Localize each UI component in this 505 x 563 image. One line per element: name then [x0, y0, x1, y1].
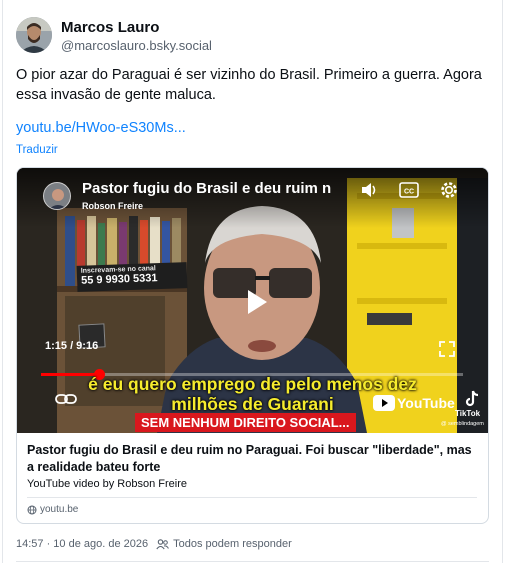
youtube-logo[interactable]: YouTube: [373, 395, 455, 411]
svg-text:CC: CC: [404, 189, 414, 196]
youtube-label: YouTube: [397, 395, 455, 411]
card-title[interactable]: Pastor fugiu do Brasil e deu ruim no Par…: [27, 442, 475, 476]
settings-gear-icon[interactable]: [438, 179, 460, 201]
tiktok-handle: @ semblindagem: [441, 421, 484, 427]
post-link[interactable]: youtu.be/HWoo-eS30Ms...: [16, 120, 186, 136]
card-divider: [27, 497, 477, 498]
tiktok-label: TikTok: [455, 409, 481, 418]
post-meta: 14:57 · 10 de ago. de 2026 Todos podem r…: [16, 538, 292, 550]
banner-text: SEM NENHUM DIREITO SOCIAL...: [135, 413, 356, 432]
video-player[interactable]: Inscrevam-se no canal 55 9 9930 5331 Pas…: [17, 168, 488, 433]
tiktok-icon: [465, 390, 478, 407]
caption-line-1: é eu quero emprego de pelo menos dez: [88, 374, 417, 394]
link-embed-card[interactable]: Inscrevam-se no canal 55 9 9930 5331 Pas…: [16, 167, 489, 524]
link-icon[interactable]: [55, 392, 77, 406]
avatar[interactable]: [16, 17, 52, 53]
channel-avatar[interactable]: [43, 182, 71, 210]
play-icon[interactable]: [235, 282, 275, 322]
author-display-name[interactable]: Marcos Lauro: [61, 19, 159, 36]
bg-sign-line2: 55 9 9930 5331: [80, 272, 158, 287]
fullscreen-icon[interactable]: [438, 340, 456, 358]
globe-icon: [27, 505, 37, 514]
youtube-play-icon: [373, 395, 395, 411]
post-timestamp[interactable]: 14:57 · 10 de ago. de 2026: [16, 538, 148, 550]
card-domain[interactable]: youtu.be: [27, 504, 78, 515]
reply-settings-icon: [156, 539, 169, 550]
translate-button[interactable]: Traduzir: [16, 144, 58, 156]
post-text: O pior azar do Paraguai é ser vizinho do…: [16, 67, 482, 103]
video-channel[interactable]: Robson Freire: [82, 201, 143, 211]
video-time: 1:15 / 9:16: [45, 340, 99, 352]
volume-icon[interactable]: [359, 180, 379, 200]
avatar-photo: [16, 17, 52, 53]
author-handle[interactable]: @marcoslauro.bsky.social: [61, 38, 212, 53]
card-domain-label: youtu.be: [40, 504, 79, 515]
captions-icon[interactable]: CC: [398, 180, 420, 200]
video-title[interactable]: Pastor fugiu do Brasil e deu ruim n: [82, 180, 352, 197]
card-description: YouTube video by Robson Freire: [27, 478, 188, 490]
post-divider: [16, 561, 489, 562]
reply-setting[interactable]: Todos podem responder: [173, 538, 292, 550]
bg-subscribe-sign: Inscrevam-se no canal 55 9 9930 5331: [76, 262, 188, 292]
